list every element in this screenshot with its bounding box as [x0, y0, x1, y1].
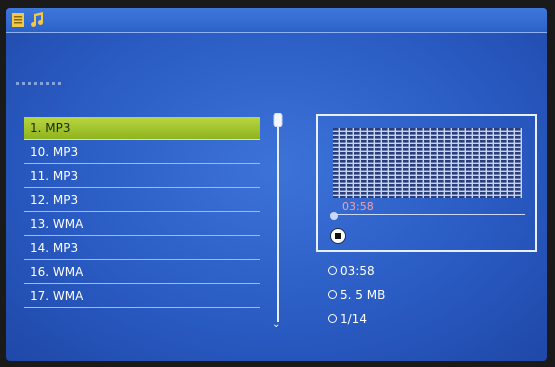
clock-icon	[328, 266, 337, 275]
playlist-item[interactable]: 1. MP3	[24, 117, 260, 140]
size-row: 5. 5 MB	[328, 288, 385, 302]
playlist-item[interactable]: 13. WMA	[24, 213, 260, 236]
equalizer-icon	[333, 128, 522, 198]
scroll-track[interactable]	[277, 122, 279, 322]
playlist-item[interactable]: 16. WMA	[24, 261, 260, 284]
track-value: 1/14	[340, 312, 367, 326]
playlist-item[interactable]: 14. MP3	[24, 237, 260, 260]
duration-value: 03:58	[340, 264, 375, 278]
duration-row: 03:58	[328, 264, 375, 278]
top-bar	[6, 8, 547, 33]
progress-handle[interactable]	[330, 212, 338, 220]
size-value: 5. 5 MB	[340, 288, 386, 302]
playlist-scrollbar[interactable]: ⌄	[272, 112, 284, 330]
decorative-dots	[16, 70, 64, 89]
list-icon[interactable]	[12, 12, 24, 31]
music-note-icon[interactable]	[30, 12, 44, 31]
playlist-item[interactable]: 10. MP3	[24, 141, 260, 164]
scroll-down-icon[interactable]: ⌄	[272, 320, 280, 330]
track-row: 1/14	[328, 312, 367, 326]
visualizer-panel: 03:58	[316, 114, 537, 252]
playlist-item[interactable]: 17. WMA	[24, 285, 260, 308]
playlist-item[interactable]: 11. MP3	[24, 165, 260, 188]
playlist: 1. MP3 10. MP3 11. MP3 12. MP3 13. WMA 1…	[24, 117, 260, 309]
track-icon	[328, 314, 337, 323]
elapsed-time: 03:58	[342, 200, 374, 213]
file-size-icon	[328, 290, 337, 299]
progress-bar[interactable]	[330, 214, 525, 215]
playlist-item[interactable]: 12. MP3	[24, 189, 260, 212]
stop-button[interactable]	[330, 228, 346, 244]
player-screen: 1. MP3 10. MP3 11. MP3 12. MP3 13. WMA 1…	[6, 8, 547, 361]
scroll-thumb[interactable]	[273, 112, 283, 128]
